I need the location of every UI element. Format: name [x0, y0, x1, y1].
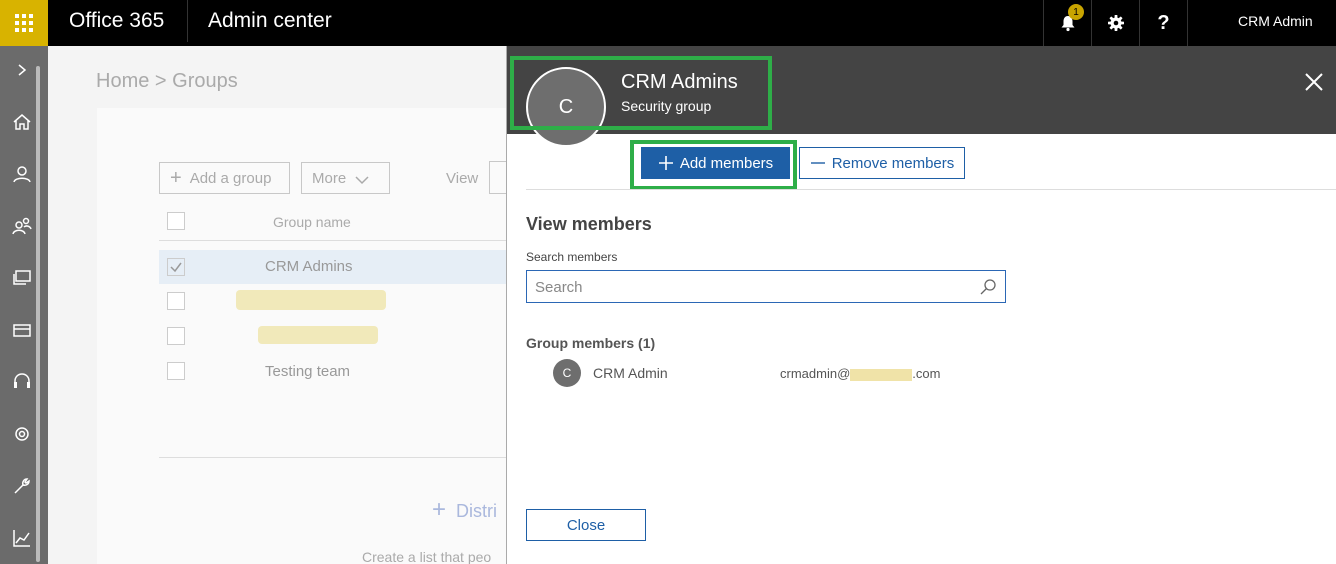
breadcrumb[interactable]: Home > Groups	[96, 70, 238, 93]
header-divider	[159, 240, 506, 241]
notification-badge: 1	[1068, 4, 1084, 20]
headset-icon	[14, 373, 30, 388]
resources-icon	[13, 270, 31, 285]
help-button[interactable]: ?	[1139, 0, 1187, 46]
notifications-button[interactable]: 1	[1043, 0, 1091, 46]
plus-icon: +	[170, 166, 182, 189]
member-name[interactable]: CRM Admin	[593, 365, 668, 381]
add-group-button[interactable]: + Add a group	[159, 162, 290, 194]
user-menu[interactable]: CRM Admin	[1238, 13, 1313, 29]
row-checkbox[interactable]	[167, 362, 185, 380]
waffle-icon	[15, 14, 33, 32]
wrench-icon	[14, 478, 30, 494]
groups-icon	[12, 217, 32, 235]
view-members-heading: View members	[526, 214, 652, 234]
plus-icon: +	[432, 496, 447, 523]
row-checkbox[interactable]	[167, 292, 185, 310]
gear-icon	[1107, 15, 1124, 31]
redacted-text	[850, 368, 913, 381]
table-row-name[interactable]: Testing team	[265, 363, 350, 380]
nav-billing[interactable]	[10, 318, 34, 342]
left-nav-rail	[0, 46, 48, 564]
group-details-panel: CRM Admins Security group C Add members …	[506, 46, 1336, 564]
divider	[159, 457, 506, 458]
divider	[526, 189, 1336, 190]
remove-members-button[interactable]: Remove members	[799, 147, 965, 179]
select-all-checkbox[interactable]	[167, 212, 185, 230]
more-button[interactable]: More	[301, 162, 390, 194]
redacted-text	[236, 290, 386, 310]
nav-users[interactable]	[10, 162, 34, 186]
email-prefix: crmadmin@	[780, 366, 851, 381]
gear-icon	[15, 427, 29, 441]
group-members-heading: Group members (1)	[526, 335, 656, 351]
more-label: More	[312, 169, 347, 187]
table-row-name[interactable]: CRM Admins	[265, 258, 353, 275]
email-suffix: .com	[912, 366, 941, 381]
brand-title[interactable]: Office 365	[69, 9, 164, 33]
app-launcher-button[interactable]	[0, 0, 48, 46]
distribution-list-link[interactable]: + Distri	[432, 496, 497, 524]
chart-icon	[13, 530, 30, 547]
header-highlight-box	[510, 56, 772, 130]
divider	[1187, 0, 1188, 46]
chevron-right-icon	[18, 64, 27, 76]
create-list-description: Create a list that peo	[362, 549, 492, 564]
minus-icon	[810, 162, 825, 164]
search-box	[526, 270, 1006, 303]
avatar: C	[553, 359, 581, 387]
divider	[187, 0, 188, 42]
nav-resources[interactable]	[10, 266, 34, 290]
redacted-text	[258, 326, 378, 344]
app-title: Admin center	[208, 9, 332, 32]
add-members-button[interactable]: Add members	[641, 147, 790, 179]
home-icon	[13, 114, 31, 130]
chevron-down-icon	[355, 176, 369, 185]
help-icon: ?	[1157, 11, 1170, 34]
row-checkbox[interactable]	[167, 258, 185, 276]
column-header-group-name[interactable]: Group name	[273, 214, 351, 230]
remove-members-label: Remove members	[831, 154, 955, 172]
billing-icon	[13, 324, 31, 337]
nav-groups[interactable]	[10, 214, 34, 238]
nav-support[interactable]	[10, 370, 34, 394]
user-icon	[13, 166, 31, 183]
view-label: View	[446, 170, 479, 187]
search-icon[interactable]	[979, 278, 997, 296]
distribution-label: Distri	[456, 501, 498, 521]
checkmark-icon	[170, 262, 182, 273]
add-members-label: Add members	[679, 154, 774, 172]
close-icon	[1305, 73, 1323, 91]
search-members-label: Search members	[526, 250, 618, 264]
nav-home[interactable]	[10, 110, 34, 134]
nav-setup[interactable]	[10, 474, 34, 498]
nav-reports[interactable]	[10, 526, 34, 550]
close-panel-button[interactable]	[1302, 70, 1326, 94]
search-input[interactable]	[535, 277, 965, 297]
rail-scrollbar[interactable]	[36, 66, 40, 562]
expand-nav-button[interactable]	[10, 58, 34, 82]
member-email: crmadmin@ .com	[780, 366, 940, 381]
row-checkbox[interactable]	[167, 327, 185, 345]
close-button[interactable]: Close	[526, 509, 646, 541]
nav-settings[interactable]	[10, 422, 34, 446]
plus-icon	[658, 156, 673, 170]
settings-button[interactable]	[1091, 0, 1139, 46]
add-group-label: Add a group	[189, 169, 272, 187]
top-bar: Office 365 Admin center 1 ? CRM Admin	[0, 0, 1336, 46]
